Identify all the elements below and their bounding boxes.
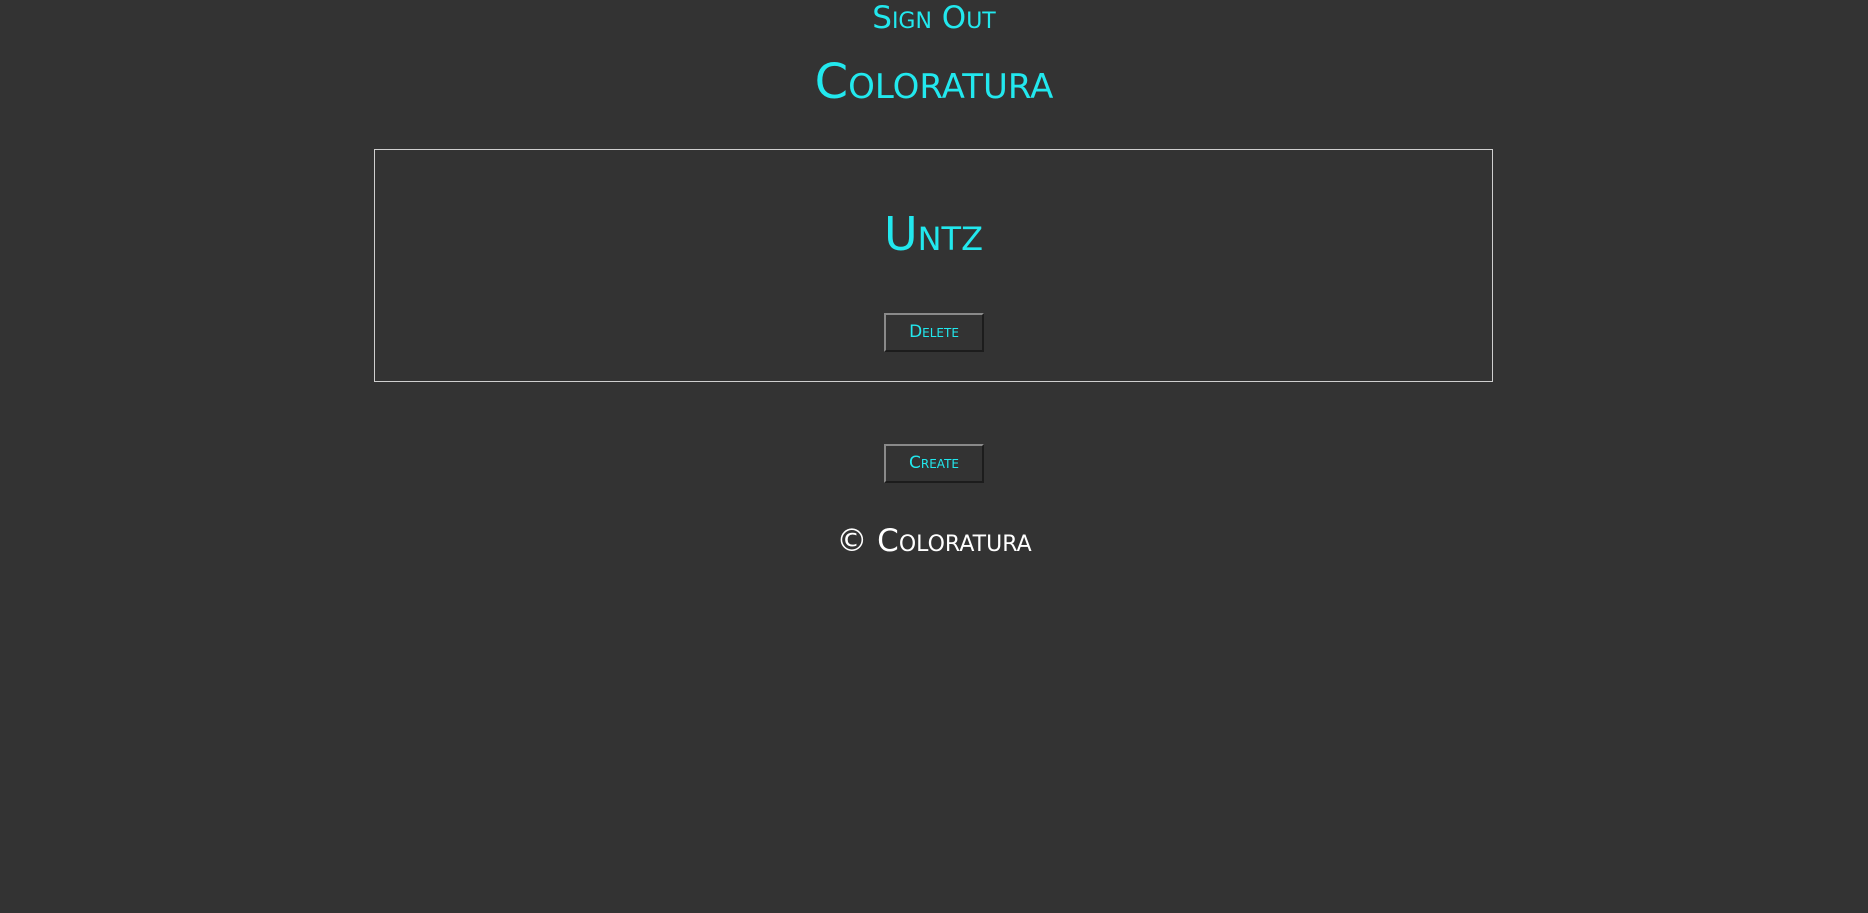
item-card: Untz Delete (374, 149, 1493, 382)
sign-out-link[interactable]: Sign Out (0, 0, 1868, 36)
footer-copyright: © Coloratura (836, 523, 1032, 559)
item-title: Untz (883, 207, 984, 261)
create-button[interactable]: Create (884, 444, 984, 483)
app-title: Coloratura (814, 54, 1054, 110)
delete-button[interactable]: Delete (884, 313, 984, 352)
